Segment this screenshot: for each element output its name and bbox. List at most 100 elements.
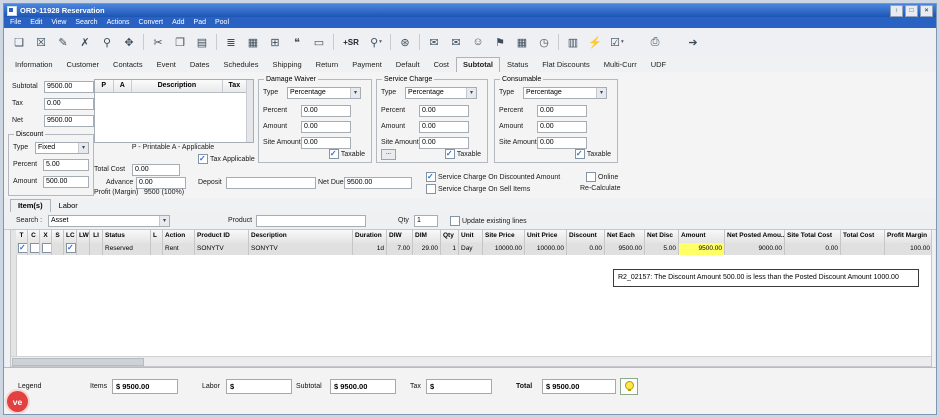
grid-cell[interactable]: 9000.00 xyxy=(725,243,785,255)
email-in-icon[interactable]: ✉ xyxy=(446,31,466,53)
grid-cell[interactable] xyxy=(841,243,885,255)
online-checkbox[interactable]: Online xyxy=(586,172,618,182)
tab-customer[interactable]: Customer xyxy=(60,57,107,72)
consumable-type-combo[interactable]: Percentage xyxy=(523,87,607,99)
recalculate-button[interactable]: Re-Calculate xyxy=(580,185,620,192)
column-header-site-price[interactable]: Site Price xyxy=(483,230,525,243)
menu-actions[interactable]: Actions xyxy=(107,19,130,26)
grid-cell[interactable]: 9500.00 xyxy=(679,243,725,255)
grid-cell[interactable]: 5.00 xyxy=(645,243,679,255)
tab-information[interactable]: Information xyxy=(8,57,60,72)
column-header-lc[interactable]: LC xyxy=(64,230,77,243)
discount-amount-input[interactable]: 500.00 xyxy=(43,176,89,188)
total-cost-value[interactable]: 0.00 xyxy=(132,164,180,176)
add-sr-button[interactable]: +SR xyxy=(338,31,364,53)
damage-waiver-taxable-checkbox[interactable]: Taxable xyxy=(329,149,365,159)
grid-cell[interactable]: Rent xyxy=(163,243,195,255)
consumable-taxable-checkbox[interactable]: Taxable xyxy=(575,149,611,159)
rollup-button[interactable]: ↑ xyxy=(890,5,903,17)
service-charge-percent-input[interactable]: 0.00 xyxy=(419,105,469,117)
grid-cell[interactable]: SONYTV xyxy=(195,243,249,255)
update-existing-lines-box[interactable] xyxy=(450,216,460,226)
tax-applicable-box[interactable] xyxy=(198,154,208,164)
column-header-t[interactable]: T xyxy=(16,230,28,243)
column-header-amount[interactable]: Amount xyxy=(679,230,725,243)
update-existing-lines-checkbox[interactable]: Update existing lines xyxy=(450,216,527,226)
expand-icon[interactable]: ✥ xyxy=(119,31,139,53)
subtotal-value[interactable]: 9500.00 xyxy=(44,81,94,93)
column-header-qty[interactable]: Qty xyxy=(441,230,459,243)
column-header-lw[interactable]: LW xyxy=(77,230,90,243)
copy-icon[interactable]: ❐ xyxy=(170,31,190,53)
grid-cell[interactable]: 10000.00 xyxy=(525,243,567,255)
consumable-taxable-box[interactable] xyxy=(575,149,585,159)
tab-udf[interactable]: UDF xyxy=(644,57,673,72)
tab-subtotal[interactable]: Subtotal xyxy=(456,57,500,73)
menu-edit[interactable]: Edit xyxy=(30,19,42,26)
tab-status[interactable]: Status xyxy=(500,57,535,72)
grid-cell[interactable]: 10000.00 xyxy=(483,243,525,255)
row-checkbox[interactable] xyxy=(18,243,28,253)
search-dropdown-icon[interactable]: ⚲▾ xyxy=(366,31,386,53)
grid-cell[interactable]: 7.00 xyxy=(387,243,413,255)
tab-return[interactable]: Return xyxy=(309,57,346,72)
grid-hscroll-thumb[interactable] xyxy=(12,358,144,366)
column-header-s[interactable]: S xyxy=(52,230,64,243)
grid-cell[interactable]: 1 xyxy=(441,243,459,255)
window-grid-icon[interactable]: ⊞ xyxy=(265,31,285,53)
service-charge-on-discounted-box[interactable] xyxy=(426,172,436,182)
service-charge-site-amount-input[interactable]: 0.00 xyxy=(419,137,469,149)
tab-default[interactable]: Default xyxy=(389,57,427,72)
grid-cell[interactable]: 0.00 xyxy=(785,243,841,255)
tab-cost[interactable]: Cost xyxy=(427,57,456,72)
tax-list-scrollbar[interactable] xyxy=(246,80,253,142)
online-box[interactable] xyxy=(586,172,596,182)
close-icon[interactable]: ✗ xyxy=(75,31,95,53)
grid-cell[interactable] xyxy=(16,243,28,255)
grid-cell[interactable] xyxy=(64,243,77,255)
grid-cell[interactable]: 1d xyxy=(353,243,387,255)
grid-row[interactable]: ReservedRentSONYTVSONYTV1d7.0029.001Day1… xyxy=(16,243,931,255)
stock-boxes-icon[interactable]: ▦ xyxy=(243,31,263,53)
column-header-net-disc[interactable]: Net Disc xyxy=(645,230,679,243)
column-header-diw[interactable]: DIW xyxy=(387,230,413,243)
column-header-status[interactable]: Status xyxy=(103,230,151,243)
menu-pad[interactable]: Pad xyxy=(194,19,206,26)
layers-icon[interactable]: ≣ xyxy=(221,31,241,53)
damage-waiver-site-amount-input[interactable]: 0.00 xyxy=(301,137,351,149)
truck-icon[interactable]: ▥ xyxy=(563,31,583,53)
column-header-total-cost[interactable]: Total Cost xyxy=(841,230,885,243)
grid-cell[interactable] xyxy=(90,243,103,255)
tab-payment[interactable]: Payment xyxy=(345,57,389,72)
menu-search[interactable]: Search xyxy=(75,19,97,26)
tab-event[interactable]: Event xyxy=(150,57,183,72)
consumable-site-amount-input[interactable]: 0.00 xyxy=(537,137,587,149)
grid-cell[interactable] xyxy=(52,243,64,255)
cut-icon[interactable]: ✂ xyxy=(148,31,168,53)
edit-icon[interactable]: ✎ xyxy=(53,31,73,53)
tab-contacts[interactable]: Contacts xyxy=(106,57,150,72)
close-button[interactable]: × xyxy=(920,5,933,17)
web-icon[interactable]: ⊛ xyxy=(395,31,415,53)
column-header-x[interactable]: X xyxy=(40,230,52,243)
net-value[interactable]: 9500.00 xyxy=(44,115,94,127)
menu-convert[interactable]: Convert xyxy=(139,19,164,26)
tax-applicable-checkbox[interactable]: Tax Applicable xyxy=(198,154,255,164)
clock-icon[interactable]: ◷ xyxy=(534,31,554,53)
grid-cell[interactable]: 29.00 xyxy=(413,243,441,255)
service-charge-type-combo[interactable]: Percentage xyxy=(405,87,477,99)
grid-cell[interactable]: 0.00 xyxy=(567,243,605,255)
flag-icon[interactable]: ⚑ xyxy=(490,31,510,53)
consumable-percent-input[interactable]: 0.00 xyxy=(537,105,587,117)
search-icon[interactable]: ⚲ xyxy=(97,31,117,53)
grid-cell[interactable] xyxy=(151,243,163,255)
monitor-icon[interactable]: ▭ xyxy=(309,31,329,53)
row-checkbox[interactable] xyxy=(66,243,76,253)
damage-waiver-amount-input[interactable]: 0.00 xyxy=(301,121,351,133)
calendar-icon[interactable]: ▦ xyxy=(512,31,532,53)
damage-waiver-taxable-box[interactable] xyxy=(329,149,339,159)
column-header-discount[interactable]: Discount xyxy=(567,230,605,243)
tab-flat-discounts[interactable]: Flat Discounts xyxy=(535,57,597,72)
checklist-dropdown-icon[interactable]: ☑▾ xyxy=(607,31,627,53)
column-header-duration[interactable]: Duration xyxy=(353,230,387,243)
